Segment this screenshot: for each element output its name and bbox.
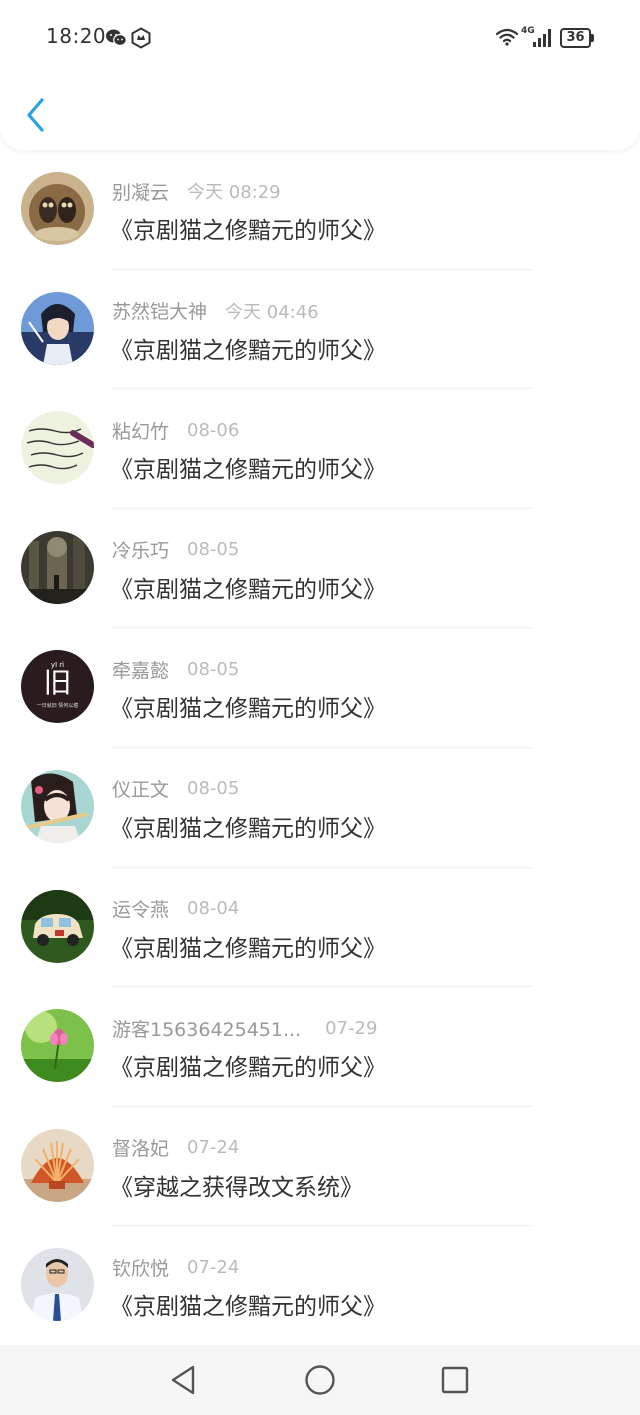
book-title[interactable]: 《京剧猫之修黯元的师父》 [110, 1048, 386, 1082]
avatar-logo-text: 旧 [43, 666, 72, 700]
square-recents-icon[interactable] [437, 1362, 473, 1398]
comment-time: 08-05 [187, 539, 240, 561]
username[interactable]: 别凝云 [112, 178, 169, 205]
list-item[interactable]: 苏然铠大神 今天 04:46 《京剧猫之修黯元的师父》 [0, 270, 640, 390]
comment-meta: 钦欣悦 07-24 [112, 1254, 239, 1280]
list-item[interactable]: 游客15636425451... 07-29 《京剧猫之修黯元的师父》 [0, 987, 640, 1107]
comment-meta: 督洛妃 07-24 [112, 1135, 239, 1161]
avatar-flower[interactable] [21, 1009, 94, 1083]
avatar-logo-caption: 一日就旧 情何以堪 [36, 703, 79, 710]
status-bar: 18:20 4G 36 [0, 0, 640, 76]
back-button[interactable] [18, 94, 54, 136]
comment-meta: 游客15636425451... 07-29 [112, 1015, 377, 1041]
book-title[interactable]: 《京剧猫之修黯元的师父》 [110, 450, 386, 484]
list-item[interactable]: 仪正文 08-05 《京剧猫之修黯元的师父》 [0, 748, 640, 868]
system-nav-bar [0, 1345, 640, 1415]
book-title[interactable]: 《京剧猫之修黯元的师父》 [110, 929, 386, 963]
avatar-businessman[interactable] [21, 1248, 94, 1322]
list-item[interactable]: 钦欣悦 07-24 《京剧猫之修黯元的师父》 [0, 1226, 640, 1346]
avatar-girl-flute[interactable] [21, 769, 94, 843]
book-title[interactable]: 《京剧猫之修黯元的师父》 [110, 1287, 386, 1321]
book-title[interactable]: 《京剧猫之修黯元的师父》 [110, 211, 386, 245]
triangle-back-icon[interactable] [165, 1362, 201, 1398]
signal-icon [533, 29, 551, 47]
username[interactable]: 牵嘉懿 [112, 656, 169, 683]
comment-time: 08-05 [187, 778, 240, 800]
top-bar: 18:20 4G 36 [0, 0, 640, 150]
list-item[interactable]: 别凝云 今天 08:29 《京剧猫之修黯元的师父》 [0, 150, 640, 270]
list-item[interactable]: 督洛妃 07-24 《穿越之获得改文系统》 [0, 1107, 640, 1227]
comment-time: 08-04 [187, 898, 240, 920]
list-item[interactable]: yī rì 旧 一日就旧 情何以堪 牵嘉懿 08-05 《京剧猫之修黯元的师父》 [0, 628, 640, 748]
comment-meta: 别凝云 今天 08:29 [112, 178, 281, 204]
chevron-left-icon [27, 98, 44, 132]
comment-time: 07-24 [187, 1137, 240, 1159]
username[interactable]: 苏然铠大神 [112, 297, 207, 324]
avatar-toy-car[interactable] [21, 889, 94, 963]
comment-meta: 冷乐巧 08-05 [112, 537, 239, 563]
avatar-dark-scene[interactable] [21, 530, 94, 604]
username[interactable]: 冷乐巧 [112, 536, 169, 563]
status-time: 18:20 [46, 24, 107, 48]
avatar-shell[interactable] [21, 1128, 94, 1202]
comment-time: 07-24 [187, 1256, 240, 1278]
username[interactable]: 督洛妃 [112, 1134, 169, 1161]
username[interactable]: 运令燕 [112, 895, 169, 922]
comment-time: 08-05 [187, 658, 240, 680]
book-title[interactable]: 《京剧猫之修黯元的师父》 [110, 689, 386, 723]
comment-list: 别凝云 今天 08:29 《京剧猫之修黯元的师父》 苏然铠大神 今天 04:46… [0, 150, 640, 1346]
avatar-handwriting[interactable] [21, 411, 94, 485]
wechat-icon [106, 29, 127, 47]
avatar-anime-boy[interactable] [21, 291, 94, 365]
book-title[interactable]: 《京剧猫之修黯元的师父》 [110, 570, 386, 604]
comment-meta: 仪正文 08-05 [112, 776, 239, 802]
comment-meta: 苏然铠大神 今天 04:46 [112, 298, 319, 324]
comment-meta: 运令燕 08-04 [112, 896, 239, 922]
avatar-jiu-logo[interactable]: yī rì 旧 一日就旧 情何以堪 [21, 650, 94, 724]
comment-meta: 牵嘉懿 08-05 [112, 656, 239, 682]
comment-time: 08-06 [187, 419, 240, 441]
comment-time: 今天 08:29 [187, 182, 281, 203]
username[interactable]: 钦欣悦 [112, 1254, 169, 1281]
battery-icon: 36 [560, 28, 594, 48]
list-item[interactable]: 冷乐巧 08-05 《京剧猫之修黯元的师父》 [0, 509, 640, 629]
username[interactable]: 仪正文 [112, 775, 169, 802]
comment-time: 07-29 [325, 1017, 378, 1039]
username[interactable]: 游客15636425451... [112, 1015, 301, 1042]
wifi-icon [495, 28, 519, 46]
comment-meta: 粘幻竹 08-06 [112, 417, 239, 443]
list-item[interactable]: 运令燕 08-04 《京剧猫之修黯元的师父》 [0, 868, 640, 988]
book-title[interactable]: 《穿越之获得改文系统》 [110, 1168, 363, 1202]
circle-home-icon[interactable] [302, 1362, 338, 1398]
hexagon-app-icon [131, 27, 151, 49]
username[interactable]: 粘幻竹 [112, 417, 169, 444]
book-title[interactable]: 《京剧猫之修黯元的师父》 [110, 809, 386, 843]
list-item[interactable]: 粘幻竹 08-06 《京剧猫之修黯元的师父》 [0, 389, 640, 509]
battery-level: 36 [566, 30, 585, 45]
book-title[interactable]: 《京剧猫之修黯元的师父》 [110, 331, 386, 365]
comment-time: 今天 04:46 [225, 301, 319, 323]
avatar-owls[interactable] [21, 172, 94, 245]
